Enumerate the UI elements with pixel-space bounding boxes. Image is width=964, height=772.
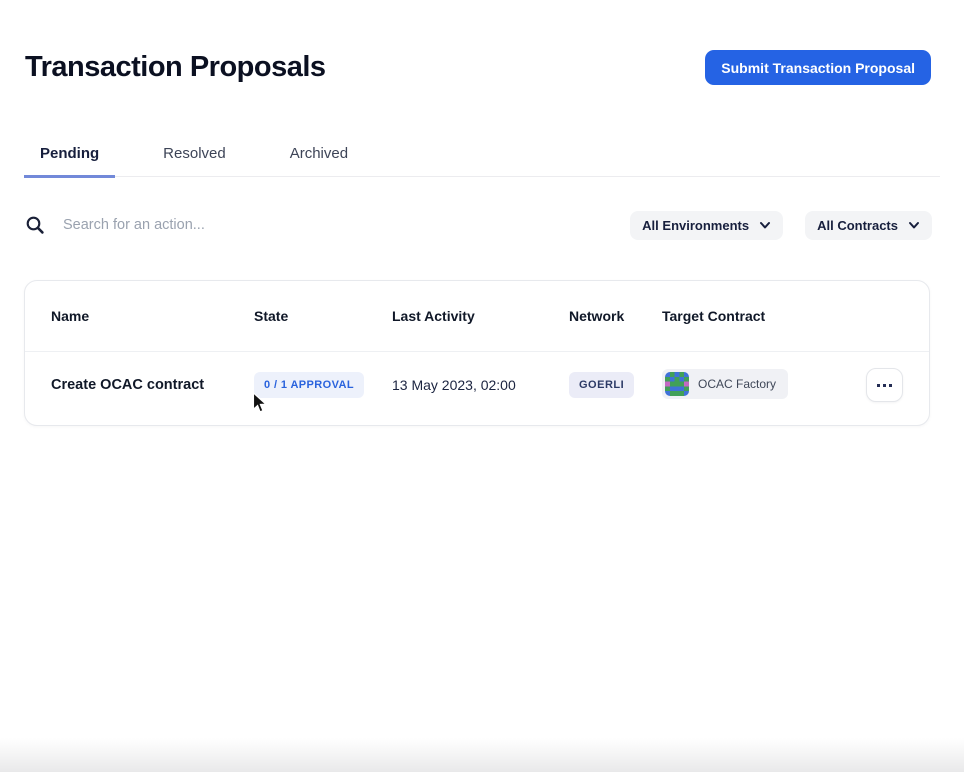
- chevron-down-icon: [759, 219, 771, 231]
- actions-cell: [843, 368, 903, 402]
- contracts-dropdown-label: All Contracts: [817, 218, 898, 233]
- page-header: Transaction Proposals Submit Transaction…: [25, 50, 931, 85]
- state-cell: 0 / 1 APPROVAL: [254, 372, 392, 398]
- tab-pending[interactable]: Pending: [24, 137, 115, 178]
- filter-row: All Environments All Contracts: [25, 206, 932, 244]
- network-badge: GOERLI: [569, 372, 634, 398]
- tab-archived[interactable]: Archived: [274, 137, 364, 178]
- table-row[interactable]: Create OCAC contract 0 / 1 APPROVAL 13 M…: [25, 352, 929, 418]
- environments-dropdown-label: All Environments: [642, 218, 749, 233]
- column-header-state: State: [254, 308, 392, 324]
- search-icon: [25, 215, 45, 235]
- proposal-name: Create OCAC contract: [51, 377, 254, 393]
- approval-status-badge: 0 / 1 APPROVAL: [254, 372, 364, 398]
- tab-bar: Pending Resolved Archived: [24, 137, 940, 177]
- proposals-table-card: Name State Last Activity Network Target …: [24, 280, 930, 426]
- column-header-network: Network: [569, 308, 662, 324]
- tab-resolved[interactable]: Resolved: [147, 137, 242, 178]
- column-header-last-activity: Last Activity: [392, 308, 569, 324]
- row-actions-button[interactable]: [866, 368, 903, 402]
- ellipsis-icon: [877, 384, 880, 387]
- column-header-target-contract: Target Contract: [662, 308, 843, 324]
- last-activity-value: 13 May 2023, 02:00: [392, 377, 569, 393]
- bottom-fade: [0, 738, 964, 772]
- target-contract-cell: OCAC Factory: [662, 369, 843, 401]
- target-contract-label: OCAC Factory: [698, 377, 776, 391]
- target-contract-pill[interactable]: OCAC Factory: [662, 369, 788, 399]
- card-bottom-padding: [25, 418, 929, 425]
- search-input[interactable]: [63, 217, 483, 233]
- submit-transaction-proposal-button[interactable]: Submit Transaction Proposal: [705, 50, 931, 85]
- network-cell: GOERLI: [569, 372, 662, 398]
- contracts-dropdown[interactable]: All Contracts: [805, 211, 932, 240]
- contract-blockie-avatar: [665, 372, 689, 396]
- table-header-row: Name State Last Activity Network Target …: [25, 281, 929, 351]
- environments-dropdown[interactable]: All Environments: [630, 211, 783, 240]
- column-header-name: Name: [51, 308, 254, 324]
- page-title: Transaction Proposals: [25, 51, 326, 84]
- search-bar[interactable]: [25, 215, 608, 235]
- chevron-down-icon: [908, 219, 920, 231]
